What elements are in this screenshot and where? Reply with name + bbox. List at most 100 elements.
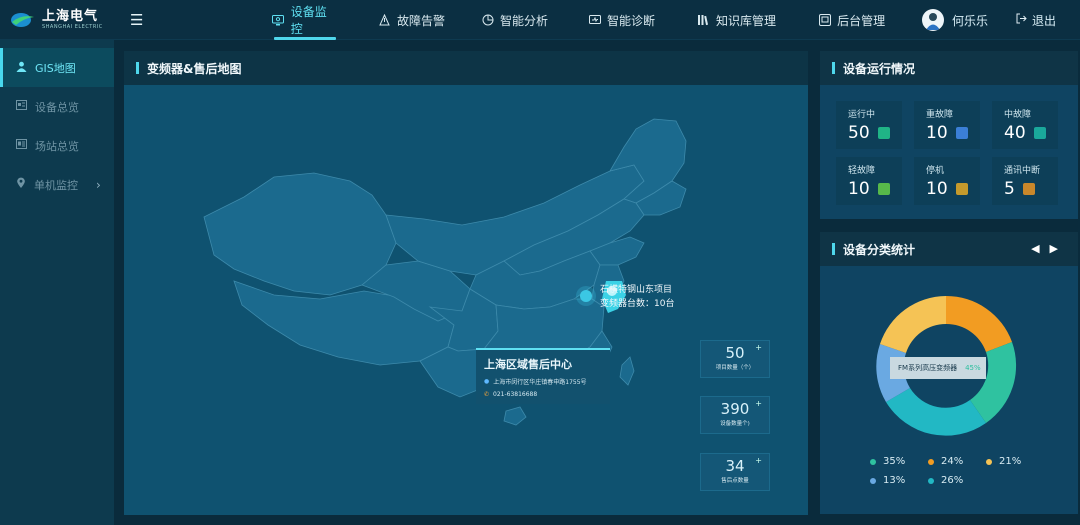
status-label: 停机	[926, 166, 945, 176]
legend-item: 35%	[870, 456, 928, 467]
app-window: 上海电气 SHANGHAI ELECTRIC ☰ 设备监控 故障告警 智能分析 …	[0, 0, 1080, 525]
logo[interactable]: 上海电气 SHANGHAI ELECTRIC	[0, 0, 118, 40]
tooltip-percent: 45%	[965, 364, 981, 372]
map-panel-header: 变频器&售后地图	[124, 51, 808, 85]
legend-value: 21%	[999, 456, 1022, 467]
stat-caption: 售后点数量	[721, 478, 749, 484]
tab-label: 智能诊断	[607, 13, 656, 28]
title-accent-bar	[832, 62, 835, 74]
book-icon	[697, 14, 710, 27]
avatar[interactable]	[921, 9, 944, 31]
status-value: 10	[926, 179, 948, 199]
service-center-phone: ✆ 021-63816688	[484, 391, 602, 398]
sidebar-item-station-overview[interactable]: 场站总览	[0, 126, 114, 165]
project-marker[interactable]	[580, 290, 592, 302]
service-point-stat: + 34 售后点数量	[700, 453, 770, 491]
sidebar-item-label: 场站总览	[35, 139, 79, 153]
status-value: 50	[848, 123, 870, 143]
tooltip-name: FM系列高压变频器	[898, 364, 958, 372]
status-stopped[interactable]: 停机 10	[914, 157, 980, 205]
tab-admin[interactable]: 后台管理	[818, 0, 885, 40]
donut-legend: 35% 24% 21% 13% 26%	[820, 456, 1078, 494]
pager: ◀ ▶	[1031, 242, 1058, 255]
user-area: 何乐乐 退出	[921, 0, 1056, 40]
status-value: 10	[848, 179, 870, 199]
prev-arrow-icon[interactable]: ◀	[1031, 242, 1039, 255]
comm-lost-icon	[1022, 183, 1035, 195]
alert-icon	[378, 14, 391, 27]
china-map[interactable]: 石横特钢山东项目 变频器台数：10台 上海区域售后中心 ● 上海市闵行区华庄镇春…	[124, 85, 808, 515]
status-label: 中故障	[1004, 110, 1032, 120]
user-icon	[16, 61, 27, 75]
user-name[interactable]: 何乐乐	[952, 12, 988, 29]
top-bar: 上海电气 SHANGHAI ELECTRIC ☰ 设备监控 故障告警 智能分析 …	[0, 0, 1080, 40]
monitor-icon	[272, 14, 285, 27]
legend-value: 35%	[883, 456, 906, 467]
legend-value: 13%	[883, 475, 906, 486]
sidebar: GIS地图 设备总览 场站总览 单机监控 ›	[0, 40, 114, 525]
map-panel-title: 变频器&售后地图	[147, 61, 242, 76]
analysis-icon	[481, 14, 494, 27]
class-panel-title: 设备分类统计	[843, 242, 916, 257]
tab-label: 设备监控	[290, 5, 327, 36]
status-label: 重故障	[926, 110, 954, 120]
plus-icon: +	[755, 399, 762, 408]
status-panel-title: 设备运行情况	[843, 61, 916, 76]
stopped-icon	[955, 183, 968, 195]
sidebar-item-device-overview[interactable]: 设备总览	[0, 87, 114, 126]
stat-caption: 项目数量（个）	[715, 365, 755, 371]
status-grid: 运行中 50 重故障 10 中故障 40 轻故障 10 停机 10 通讯中断 5	[836, 101, 1058, 205]
plus-icon: +	[755, 343, 762, 352]
plus-icon: +	[755, 456, 762, 465]
diagnosis-icon	[588, 14, 601, 27]
admin-icon	[818, 14, 831, 27]
service-center-card[interactable]: 上海区域售后中心 ● 上海市闵行区华庄镇春申路1755号 ✆ 021-63816…	[476, 348, 610, 404]
device-count-stat: + 390 设备数量个)	[700, 396, 770, 434]
sidebar-item-single-monitor[interactable]: 单机监控 ›	[0, 165, 114, 204]
status-label: 运行中	[848, 110, 876, 120]
project-info: 石横特钢山东项目 变频器台数：10台	[600, 283, 674, 311]
china-map-shape	[203, 118, 687, 426]
service-center-title: 上海区域售后中心	[484, 358, 572, 371]
tab-fault-alarm[interactable]: 故障告警	[378, 0, 445, 40]
sidebar-item-label: 设备总览	[35, 100, 79, 114]
device-status-panel: 设备运行情况 运行中 50 重故障 10 中故障 40 轻故障 10 停机 10	[820, 51, 1078, 219]
logout-button[interactable]: 退出	[1016, 12, 1056, 29]
status-value: 40	[1004, 123, 1026, 143]
status-comm-lost[interactable]: 通讯中断 5	[992, 157, 1058, 205]
status-running[interactable]: 运行中 50	[836, 101, 902, 149]
phone-text: 021-63816688	[493, 391, 538, 398]
tab-label: 故障告警	[397, 13, 446, 28]
tab-smart-diagnosis[interactable]: 智能诊断	[588, 0, 655, 40]
running-icon	[877, 127, 890, 139]
tab-label: 后台管理	[837, 13, 886, 28]
address-text: 上海市闵行区华庄镇春申路1755号	[493, 379, 587, 386]
status-minor-fault[interactable]: 轻故障 10	[836, 157, 902, 205]
logout-label: 退出	[1031, 13, 1056, 28]
logo-text-cn: 上海电气	[42, 8, 99, 24]
device-class-panel: 设备分类统计 ◀ ▶ FM系列高压变频器 45% 35% 24% 21% 13%…	[820, 232, 1078, 514]
major-fault-icon	[955, 127, 968, 139]
status-major-fault[interactable]: 重故障 10	[914, 101, 980, 149]
project-count: 变频器台数：10台	[600, 299, 675, 309]
device-icon	[16, 100, 27, 113]
tab-device-monitor[interactable]: 设备监控	[272, 0, 338, 40]
donut-tooltip: FM系列高压变频器 45%	[890, 357, 986, 379]
map-panel: 变频器&售后地图 石横特钢山东项目 变频器台数：10台 上海区域售后中心 ● 上…	[124, 51, 808, 515]
chevron-right-icon: ›	[96, 177, 101, 192]
tab-label: 知识库管理	[716, 13, 777, 28]
sidebar-item-gis-map[interactable]: GIS地图	[0, 48, 114, 87]
legend-item: 26%	[928, 475, 986, 486]
menu-toggle-icon[interactable]: ☰	[130, 11, 146, 29]
tab-smart-analysis[interactable]: 智能分析	[481, 0, 548, 40]
legend-value: 24%	[941, 456, 964, 467]
location-pin-icon: ●	[484, 378, 490, 385]
tab-knowledge-base[interactable]: 知识库管理	[697, 0, 776, 40]
status-medium-fault[interactable]: 中故障 40	[992, 101, 1058, 149]
next-arrow-icon[interactable]: ▶	[1050, 242, 1058, 255]
status-value: 5	[1004, 179, 1015, 199]
medium-fault-icon	[1033, 127, 1046, 139]
station-icon	[16, 139, 27, 152]
stat-caption: 设备数量个)	[720, 421, 750, 427]
project-count-stat: + 50 项目数量（个）	[700, 340, 770, 378]
